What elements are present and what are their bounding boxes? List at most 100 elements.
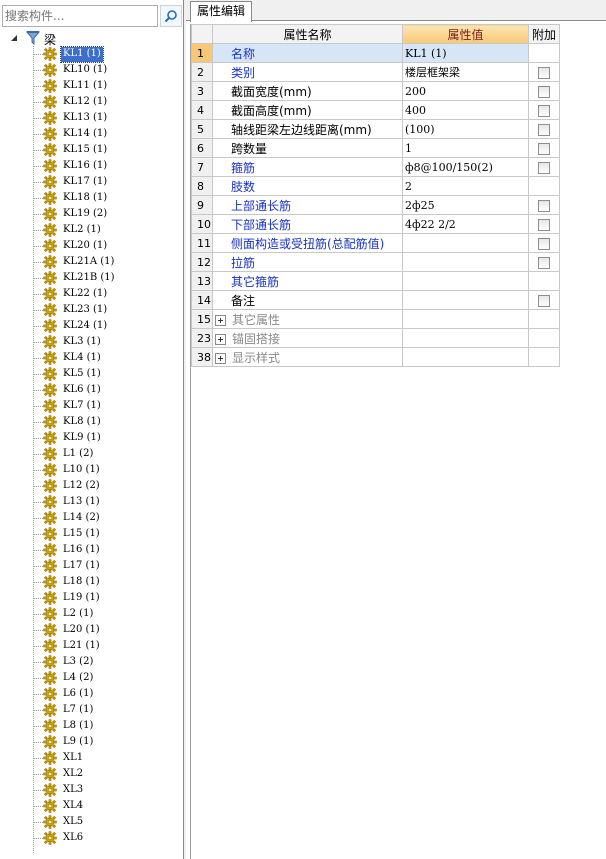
- extra-checkbox[interactable]: [538, 294, 550, 307]
- property-value-cell[interactable]: [402, 290, 529, 310]
- tree-item[interactable]: KL3 (1): [0, 334, 182, 350]
- collapse-triangle-icon[interactable]: [10, 34, 18, 42]
- property-value-cell[interactable]: [402, 271, 529, 291]
- grid-row[interactable]: 10 下部通长筋 4ф22 2/2: [191, 214, 560, 234]
- grid-row[interactable]: 9 上部通长筋 2ф25: [191, 195, 560, 215]
- grid-group-row[interactable]: 23 锚固搭接: [191, 328, 560, 348]
- header-property-name[interactable]: 属性名称: [212, 24, 403, 44]
- tree-item[interactable]: KL7 (1): [0, 398, 182, 414]
- grid-row[interactable]: 8 肢数 2: [191, 176, 560, 196]
- grid-row[interactable]: 3 截面宽度(mm) 200: [191, 81, 560, 101]
- tree-item[interactable]: L9 (1): [0, 734, 182, 750]
- tree-item[interactable]: L16 (1): [0, 542, 182, 558]
- search-button[interactable]: [160, 5, 182, 27]
- property-value-cell[interactable]: 2ф25: [402, 195, 529, 215]
- tree-item[interactable]: XL5: [0, 814, 182, 830]
- search-input[interactable]: [3, 6, 157, 26]
- tree-item[interactable]: KL6 (1): [0, 382, 182, 398]
- extra-checkbox[interactable]: [538, 199, 550, 212]
- tree-item[interactable]: L1 (2): [0, 446, 182, 462]
- property-value-cell[interactable]: (100): [402, 119, 529, 139]
- grid-row[interactable]: 5 轴线距梁左边线距离(mm) (100): [191, 119, 560, 139]
- tree-item[interactable]: KL1 (1): [0, 46, 182, 63]
- extra-checkbox[interactable]: [538, 104, 550, 117]
- property-value-cell[interactable]: 2: [402, 176, 529, 196]
- grid-group-row[interactable]: 15 其它属性: [191, 309, 560, 329]
- grid-row[interactable]: 1 名称 KL1 (1): [191, 43, 560, 63]
- search-box[interactable]: [2, 5, 158, 27]
- extra-checkbox[interactable]: [538, 218, 550, 231]
- property-value-cell[interactable]: 楼层框架梁: [402, 62, 529, 82]
- tree-item[interactable]: KL11 (1): [0, 78, 182, 94]
- tree-item[interactable]: KL12 (1): [0, 94, 182, 110]
- tree-item[interactable]: KL15 (1): [0, 142, 182, 158]
- tree-item[interactable]: L3 (2): [0, 654, 182, 670]
- property-value-cell[interactable]: ф8@100/150(2): [402, 157, 529, 177]
- tree-item[interactable]: XL1: [0, 750, 182, 766]
- grid-row[interactable]: 4 截面高度(mm) 400: [191, 100, 560, 120]
- tree-item[interactable]: L17 (1): [0, 558, 182, 574]
- tree-item[interactable]: KL10 (1): [0, 62, 182, 78]
- grid-group-row[interactable]: 38 显示样式: [191, 347, 560, 367]
- property-value-cell[interactable]: KL1 (1): [402, 43, 529, 63]
- tree-item[interactable]: L4 (2): [0, 670, 182, 686]
- extra-checkbox[interactable]: [538, 161, 550, 174]
- property-value-cell[interactable]: [402, 233, 529, 253]
- tree-item[interactable]: L21 (1): [0, 638, 182, 654]
- tree-item[interactable]: XL3: [0, 782, 182, 798]
- tree-item[interactable]: L18 (1): [0, 574, 182, 590]
- property-value-cell[interactable]: 4ф22 2/2: [402, 214, 529, 234]
- tree-item[interactable]: KL23 (1): [0, 302, 182, 318]
- tree-item[interactable]: L14 (2): [0, 510, 182, 526]
- tree-root-beam[interactable]: 梁: [0, 30, 182, 47]
- tree-item[interactable]: KL24 (1): [0, 318, 182, 334]
- tree-item[interactable]: KL5 (1): [0, 366, 182, 382]
- property-value-cell[interactable]: 1: [402, 138, 529, 158]
- tree-item[interactable]: KL20 (1): [0, 238, 182, 254]
- grid-row[interactable]: 11 侧面构造或受扭筋(总配筋值): [191, 233, 560, 253]
- tree-item[interactable]: L6 (1): [0, 686, 182, 702]
- tree-item[interactable]: KL21B (1): [0, 270, 182, 286]
- tree-item[interactable]: XL6: [0, 830, 182, 846]
- tree-item[interactable]: KL16 (1): [0, 158, 182, 174]
- expand-plus-icon[interactable]: [215, 352, 226, 364]
- extra-checkbox[interactable]: [538, 85, 550, 98]
- extra-checkbox[interactable]: [538, 237, 550, 250]
- expand-plus-icon[interactable]: [215, 333, 226, 345]
- property-value-cell[interactable]: [402, 252, 529, 272]
- tree-item[interactable]: KL4 (1): [0, 350, 182, 366]
- tree-item[interactable]: KL22 (1): [0, 286, 182, 302]
- tree-item[interactable]: KL14 (1): [0, 126, 182, 142]
- tab-property-editor[interactable]: 属性编辑: [190, 1, 253, 22]
- tree-item[interactable]: KL13 (1): [0, 110, 182, 126]
- property-value-cell[interactable]: 400: [402, 100, 529, 120]
- tree-item[interactable]: L13 (1): [0, 494, 182, 510]
- tree-item[interactable]: KL18 (1): [0, 190, 182, 206]
- tree-item[interactable]: XL2: [0, 766, 182, 782]
- tree-item[interactable]: L12 (2): [0, 478, 182, 494]
- extra-checkbox[interactable]: [538, 142, 550, 155]
- grid-row[interactable]: 13 其它箍筋: [191, 271, 560, 291]
- tree-item[interactable]: L10 (1): [0, 462, 182, 478]
- tree-item[interactable]: L8 (1): [0, 718, 182, 734]
- header-extra[interactable]: 附加: [528, 24, 560, 44]
- tree-item[interactable]: L7 (1): [0, 702, 182, 718]
- tree-item[interactable]: XL4: [0, 798, 182, 814]
- tree-item[interactable]: KL2 (1): [0, 222, 182, 238]
- header-property-value[interactable]: 属性值: [402, 24, 529, 44]
- tree-item[interactable]: KL21A (1): [0, 254, 182, 270]
- expand-plus-icon[interactable]: [215, 314, 226, 326]
- tree-item[interactable]: L20 (1): [0, 622, 182, 638]
- tree-item[interactable]: KL17 (1): [0, 174, 182, 190]
- tree-item[interactable]: L19 (1): [0, 590, 182, 606]
- tree-item[interactable]: KL19 (2): [0, 206, 182, 222]
- grid-row[interactable]: 6 跨数量 1: [191, 138, 560, 158]
- grid-row[interactable]: 12 拉筋: [191, 252, 560, 272]
- tree-item[interactable]: L15 (1): [0, 526, 182, 542]
- tree-item[interactable]: KL9 (1): [0, 430, 182, 446]
- tree-item[interactable]: L2 (1): [0, 606, 182, 622]
- property-value-cell[interactable]: 200: [402, 81, 529, 101]
- grid-row[interactable]: 7 箍筋 ф8@100/150(2): [191, 157, 560, 177]
- extra-checkbox[interactable]: [538, 123, 550, 136]
- grid-row[interactable]: 2 类别 楼层框架梁: [191, 62, 560, 82]
